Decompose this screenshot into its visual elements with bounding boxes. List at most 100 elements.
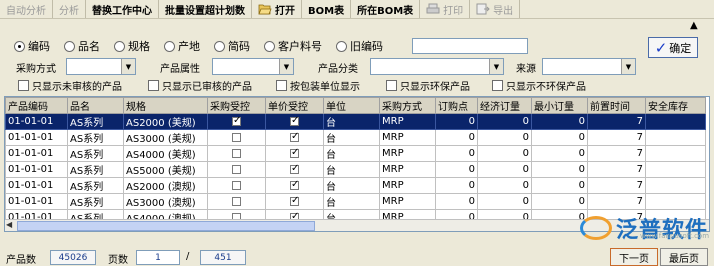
unaudited-checkbox[interactable]: 只显示未审核的产品 [18, 78, 122, 93]
search-field-radios: 编码 品名 规格 产地 简码 客户料号 旧编码 [14, 38, 397, 54]
cell-checkbox[interactable] [232, 164, 241, 174]
method-cell: MRP [379, 177, 436, 194]
purchase-method-select[interactable]: ▼ [66, 58, 136, 75]
order-point-cell: 0 [435, 193, 478, 210]
search-input[interactable] [412, 38, 528, 54]
order-point-cell: 0 [435, 129, 478, 146]
radio-dot [264, 40, 275, 52]
column-header[interactable]: 最小订量 [531, 97, 588, 114]
cell-checkbox[interactable] [290, 115, 299, 126]
cell-checkbox[interactable] [290, 147, 299, 158]
purchase-control-cell [207, 177, 266, 194]
cell-checkbox[interactable] [232, 148, 241, 158]
product-attr-select[interactable]: ▼ [212, 58, 294, 75]
scroll-left-icon[interactable]: ◀ [6, 220, 12, 229]
radio-short-code[interactable]: 简码 [214, 38, 250, 54]
code-cell: 01-01-01 [5, 193, 68, 210]
purchase-method-label: 采购方式 [16, 64, 56, 75]
switch-work-center-button[interactable]: 替换工作中心 [86, 0, 159, 18]
lead-time-cell: 7 [587, 129, 646, 146]
confirm-button[interactable]: ✓ 确定 [648, 37, 698, 58]
eoq-cell: 0 [477, 177, 532, 194]
radio-dot [114, 40, 125, 52]
bom-table-button[interactable]: BOM表 [302, 0, 352, 18]
min-qty-cell: 0 [531, 113, 588, 130]
unit-cell: 台 [323, 113, 380, 130]
page-current-input[interactable]: 1 [136, 250, 180, 265]
radio-name[interactable]: 品名 [64, 38, 100, 54]
next-page-button[interactable]: 下一页 [610, 248, 658, 266]
column-header[interactable]: 采购方式 [379, 97, 436, 114]
scrollbar-thumb[interactable] [17, 221, 315, 231]
code-cell: 01-01-01 [5, 113, 68, 130]
column-header[interactable]: 采购受控 [207, 97, 266, 114]
product-attr-label: 产品属性 [160, 64, 200, 75]
product-category-select[interactable]: ▼ [370, 58, 504, 75]
batch-setting-button[interactable]: 批量设置超计划数 [159, 0, 252, 18]
eco-checkbox[interactable]: 只显示环保产品 [386, 78, 470, 93]
non-eco-checkbox[interactable]: 只显示不环保产品 [492, 78, 586, 93]
checkbox-box [18, 80, 29, 91]
column-header[interactable]: 订购点 [435, 97, 478, 114]
column-header[interactable]: 品名 [67, 97, 124, 114]
column-header[interactable]: 安全库存 [645, 97, 706, 114]
product-category-label: 产品分类 [318, 64, 358, 75]
name-cell: AS系列 [67, 145, 124, 162]
radio-spec[interactable]: 规格 [114, 38, 150, 54]
chevron-down-icon: ▼ [621, 59, 635, 74]
page-total-value: 451 [200, 250, 246, 265]
cell-checkbox[interactable] [290, 195, 299, 206]
column-header[interactable]: 产品编码 [5, 97, 68, 114]
cell-checkbox[interactable] [290, 131, 299, 142]
lead-time-cell: 7 [587, 145, 646, 162]
radio-old-code[interactable]: 旧编码 [336, 38, 383, 54]
table-row[interactable]: 01-01-01AS系列AS3000 (澳规)台MRP0007 [5, 193, 706, 210]
located-bom-button[interactable]: 所在BOM表 [351, 0, 421, 18]
table-row[interactable]: 01-01-01AS系列AS2000 (美规)台MRP0007 [5, 113, 706, 130]
unit-cell: 台 [323, 129, 380, 146]
radio-code[interactable]: 编码 [14, 38, 50, 54]
cell-checkbox[interactable] [232, 115, 241, 126]
column-header[interactable]: 经济订量 [477, 97, 532, 114]
cell-checkbox[interactable] [290, 163, 299, 174]
price-control-cell [265, 113, 324, 130]
non-eco-label: 只显示不环保产品 [506, 82, 586, 93]
column-header[interactable]: 规格 [123, 97, 208, 114]
table-row[interactable]: 01-01-01AS系列AS5000 (美规)台MRP0007 [5, 161, 706, 178]
min-qty-cell: 0 [531, 193, 588, 210]
cell-checkbox[interactable] [232, 132, 241, 142]
column-header[interactable]: 前置时间 [587, 97, 646, 114]
column-header[interactable]: 单价受控 [265, 97, 324, 114]
radio-spec-label: 规格 [128, 40, 150, 53]
auto-analyze-button[interactable]: 自动分析 [0, 0, 53, 18]
last-page-button[interactable]: 最后页 [660, 248, 708, 266]
radio-code-label: 编码 [28, 40, 50, 53]
confirm-label: 确定 [669, 41, 692, 55]
print-label: 打印 [443, 5, 464, 17]
table-row[interactable]: 01-01-01AS系列AS4000 (美规)台MRP0007 [5, 145, 706, 162]
cell-checkbox[interactable] [290, 179, 299, 190]
source-select[interactable]: ▼ [542, 58, 636, 75]
lead-time-cell: 7 [587, 193, 646, 210]
chevron-down-icon: ▼ [121, 59, 135, 74]
analyze-button[interactable]: 分析 [53, 0, 86, 18]
radio-customer-part[interactable]: 客户料号 [264, 38, 322, 54]
export-label: 导出 [493, 5, 514, 17]
open-button[interactable]: 打开 [252, 0, 302, 18]
price-control-cell [265, 145, 324, 162]
radio-name-label: 品名 [78, 40, 100, 53]
cell-checkbox[interactable] [232, 180, 241, 190]
print-button[interactable]: 打印 [420, 0, 471, 18]
radio-old-code-label: 旧编码 [350, 40, 383, 53]
table-row[interactable]: 01-01-01AS系列AS2000 (澳规)台MRP0007 [5, 177, 706, 194]
radio-origin[interactable]: 产地 [164, 38, 200, 54]
column-header[interactable]: 单位 [323, 97, 380, 114]
table-row[interactable]: 01-01-01AS系列AS3000 (美规)台MRP0007 [5, 129, 706, 146]
panel-collapse-icon[interactable]: ▲ [690, 20, 698, 31]
cell-checkbox[interactable] [232, 196, 241, 206]
method-cell: MRP [379, 161, 436, 178]
price-control-cell [265, 193, 324, 210]
audited-checkbox[interactable]: 只显示已审核的产品 [148, 78, 252, 93]
package-unit-checkbox[interactable]: 按包装单位显示 [276, 78, 360, 93]
export-button[interactable]: 导出 [470, 0, 521, 18]
